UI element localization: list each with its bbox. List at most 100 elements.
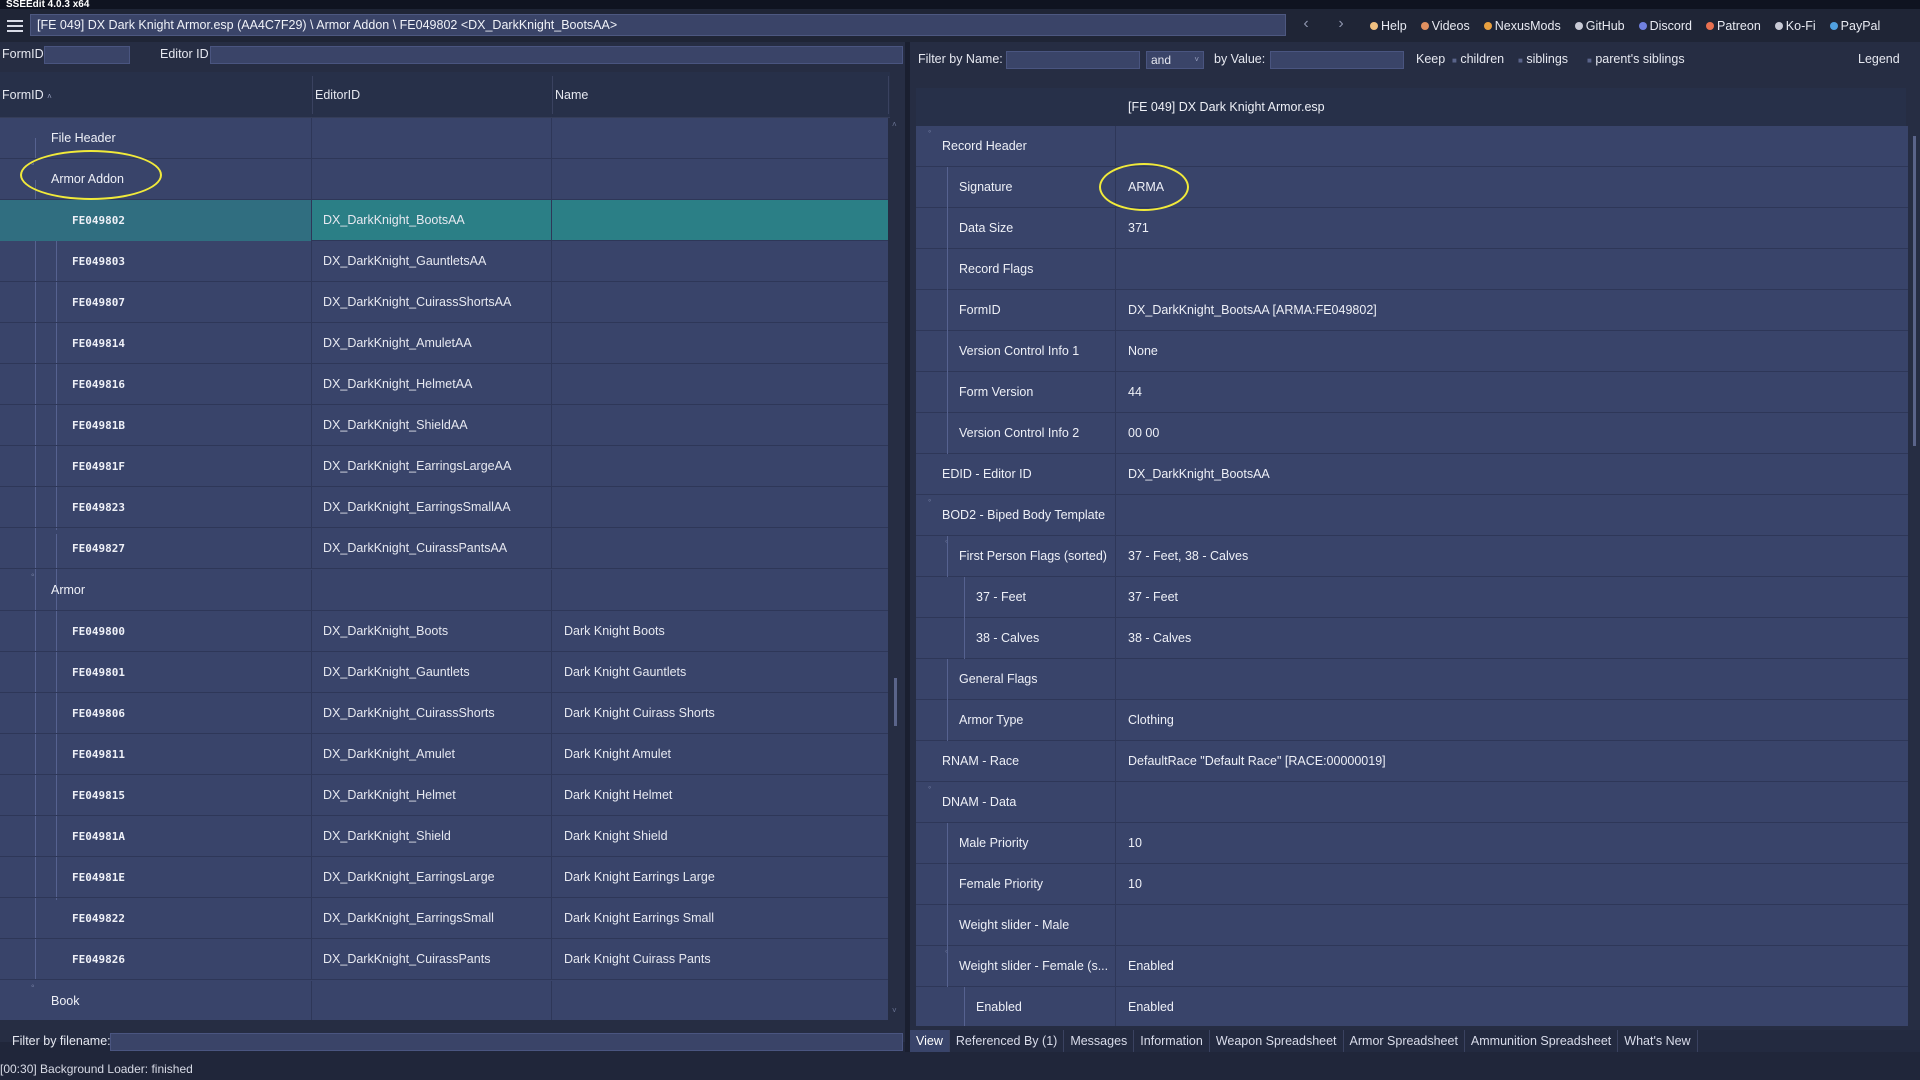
column-name[interactable]: Name (555, 88, 588, 102)
tree-group-book[interactable]: ◦ Book (0, 981, 888, 1020)
top-bar: [FE 049] DX Dark Knight Armor.esp (AA4C7… (0, 9, 1920, 42)
filter-by-name-input[interactable] (1006, 51, 1140, 69)
keep-siblings-checkbox[interactable]: ■ siblings (1518, 52, 1568, 66)
forward-arrow-icon[interactable]: › (1331, 15, 1351, 33)
record-field-row[interactable]: Form Version 44 (916, 372, 1908, 413)
table-row[interactable]: FE049822 DX_DarkKnight_EarringsSmall Dark … (0, 898, 888, 939)
record-field-row[interactable]: ◦ BOD2 - Biped Body Template (916, 495, 1908, 536)
record-field-row[interactable]: ◦First Person Flags (sorted)37 - Feet, 3… (916, 536, 1908, 577)
tab-ammunition-spreadsheet[interactable]: Ammunition Spreadsheet (1465, 1030, 1619, 1052)
record-field-row[interactable]: RNAM - Race DefaultRace "Default Race" [R… (916, 741, 1908, 782)
and-or-select[interactable]: and ˅ (1146, 51, 1204, 69)
tab-referenced-by-1[interactable]: Referenced By (1) (950, 1030, 1065, 1052)
record-field-row[interactable]: Enabled Enabled (916, 987, 1908, 1026)
link-help[interactable]: Help (1370, 19, 1407, 33)
record-field-row[interactable]: Data Size 371 (916, 208, 1908, 249)
keep-parents-siblings-checkbox[interactable]: ■ parent's siblings (1587, 52, 1685, 66)
tab-view[interactable]: View (910, 1030, 950, 1052)
record-field-row[interactable]: Signature ARMA (916, 167, 1908, 208)
record-field-row[interactable]: ◦ DNAM - Data (916, 782, 1908, 823)
record-field-row[interactable]: Version Control Info 2 00 00 (916, 413, 1908, 454)
scroll-up-icon[interactable]: ˄ (892, 120, 897, 129)
record-field-row[interactable]: Record Flags (916, 249, 1908, 290)
record-path-field[interactable]: [FE 049] DX Dark Knight Armor.esp (AA4C7… (30, 14, 1286, 36)
tab-messages[interactable]: Messages (1064, 1030, 1135, 1052)
table-row[interactable]: FE049827 DX_DarkKnight_CuirassPantsAA (0, 528, 888, 569)
link-label: NexusMods (1494, 18, 1561, 33)
back-arrow-icon[interactable]: ‹ (1296, 15, 1316, 33)
tab-information[interactable]: Information (1134, 1030, 1210, 1052)
link-patreon[interactable]: Patreon (1706, 19, 1761, 33)
field-name: FormID (916, 290, 1116, 331)
table-row[interactable]: FE049826 DX_DarkKnight_CuirassPants Dark K… (0, 939, 888, 980)
editorid-cell: DX_DarkKnight_Shield (312, 816, 552, 857)
field-name: General Flags (916, 659, 1116, 700)
table-row[interactable]: FE04981B DX_DarkKnight_ShieldAA (0, 405, 888, 446)
legend-button[interactable]: Legend (1858, 52, 1900, 66)
tree-group-file-header[interactable]: File Header (0, 118, 888, 159)
table-row[interactable]: FE049823 DX_DarkKnight_EarringsSmallAA (0, 487, 888, 528)
tab-armor-spreadsheet[interactable]: Armor Spreadsheet (1344, 1030, 1465, 1052)
formid-filter-input[interactable] (44, 46, 130, 64)
record-field-row[interactable]: General Flags (916, 659, 1908, 700)
record-tree[interactable]: File Header ◦ Armor Addon FE049802 DX_Dar… (0, 118, 888, 1020)
highlight-circle-armor-addon (20, 150, 162, 200)
left-filter-bar: FormID Editor ID (0, 42, 905, 70)
record-scrollbar[interactable] (1908, 126, 1920, 1026)
by-value-input[interactable] (1270, 51, 1404, 69)
tab-weapon-spreadsheet[interactable]: Weapon Spreadsheet (1210, 1030, 1344, 1052)
record-field-row[interactable]: Female Priority 10 (916, 864, 1908, 905)
record-field-row[interactable]: Armor Type Clothing (916, 700, 1908, 741)
record-field-row[interactable]: Weight slider - Male (916, 905, 1908, 946)
name-cell (552, 405, 888, 446)
table-row[interactable]: FE049801 DX_DarkKnight_Gauntlets Dark Knig… (0, 652, 888, 693)
editorid-filter-input[interactable] (210, 46, 903, 64)
column-editorid[interactable]: EditorID (315, 88, 360, 102)
field-name-text: Weight slider - Female (s... (959, 959, 1109, 973)
record-fields-grid[interactable]: ◦ Record Header Signature ARMA Data Size 371 R… (916, 126, 1908, 1026)
tab-what-s-new[interactable]: What's New (1618, 1030, 1698, 1052)
field-name: Male Priority (916, 823, 1116, 864)
table-row[interactable]: FE049803 DX_DarkKnight_GauntletsAA (0, 241, 888, 282)
record-view-pane: Filter by Name: and ˅ by Value: Keep ■ ch… (910, 42, 1920, 1052)
menu-icon[interactable] (0, 9, 30, 42)
table-row[interactable]: FE049807 DX_DarkKnight_CuirassShortsAA (0, 282, 888, 323)
record-field-row[interactable]: ◦ Record Header (916, 126, 1908, 167)
file-column-header[interactable]: [FE 049] DX Dark Knight Armor.esp (1128, 100, 1325, 114)
link-videos[interactable]: Videos (1420, 19, 1470, 33)
record-field-row[interactable]: FormID DX_DarkKnight_BootsAA [ARMA:FE0498… (916, 290, 1908, 331)
link-nexusmods[interactable]: NexusMods (1483, 18, 1561, 33)
table-row[interactable]: FE049806 DX_DarkKnight_CuirassShorts Dark … (0, 693, 888, 734)
table-row[interactable]: FE04981A DX_DarkKnight_Shield Dark Knight … (0, 816, 888, 857)
link-discord[interactable]: Discord (1638, 19, 1692, 33)
record-field-row[interactable]: 37 - Feet 37 - Feet (916, 577, 1908, 618)
keep-children-checkbox[interactable]: ■ children (1452, 52, 1504, 66)
scroll-thumb[interactable] (1913, 136, 1916, 446)
filename-filter-input[interactable] (110, 1033, 903, 1051)
link-github[interactable]: GitHub (1574, 19, 1625, 33)
record-field-row[interactable]: ◦Weight slider - Female (s...Enabled (916, 946, 1908, 987)
record-field-row[interactable]: Male Priority 10 (916, 823, 1908, 864)
column-formid[interactable]: FormID ˄ (2, 88, 52, 102)
tree-group-armor[interactable]: ◦ Armor (0, 570, 888, 611)
table-row[interactable]: FE04981E DX_DarkKnight_EarringsLarge Dark … (0, 857, 888, 898)
table-row[interactable]: FE049802 DX_DarkKnight_BootsAA (0, 200, 888, 241)
and-or-value: and (1151, 53, 1172, 67)
record-field-row[interactable]: Version Control Info 1 None (916, 331, 1908, 372)
record-field-row[interactable]: 38 - Calves 38 - Calves (916, 618, 1908, 659)
table-row[interactable]: FE049815 DX_DarkKnight_Helmet Dark Knight … (0, 775, 888, 816)
record-field-row[interactable]: EDID - Editor ID DX_DarkKnight_BootsAA (916, 454, 1908, 495)
tree-scrollbar[interactable]: ˄ ˅ (888, 118, 905, 1020)
table-row[interactable]: FE04981F DX_DarkKnight_EarringsLargeAA (0, 446, 888, 487)
table-row[interactable]: FE049811 DX_DarkKnight_Amulet Dark Knight … (0, 734, 888, 775)
link-ko-fi[interactable]: Ko-Fi (1774, 19, 1816, 33)
table-row[interactable]: FE049800 DX_DarkKnight_Boots Dark Knight B… (0, 611, 888, 652)
table-row[interactable]: FE049816 DX_DarkKnight_HelmetAA (0, 364, 888, 405)
help-icon (1370, 21, 1378, 30)
name-cell (552, 200, 888, 241)
table-row[interactable]: FE049814 DX_DarkKnight_AmuletAA (0, 323, 888, 364)
scroll-thumb[interactable] (894, 678, 897, 726)
link-paypal[interactable]: PayPal (1829, 19, 1880, 33)
field-name: DNAM - Data (916, 782, 1116, 823)
scroll-down-icon[interactable]: ˅ (892, 1006, 897, 1015)
